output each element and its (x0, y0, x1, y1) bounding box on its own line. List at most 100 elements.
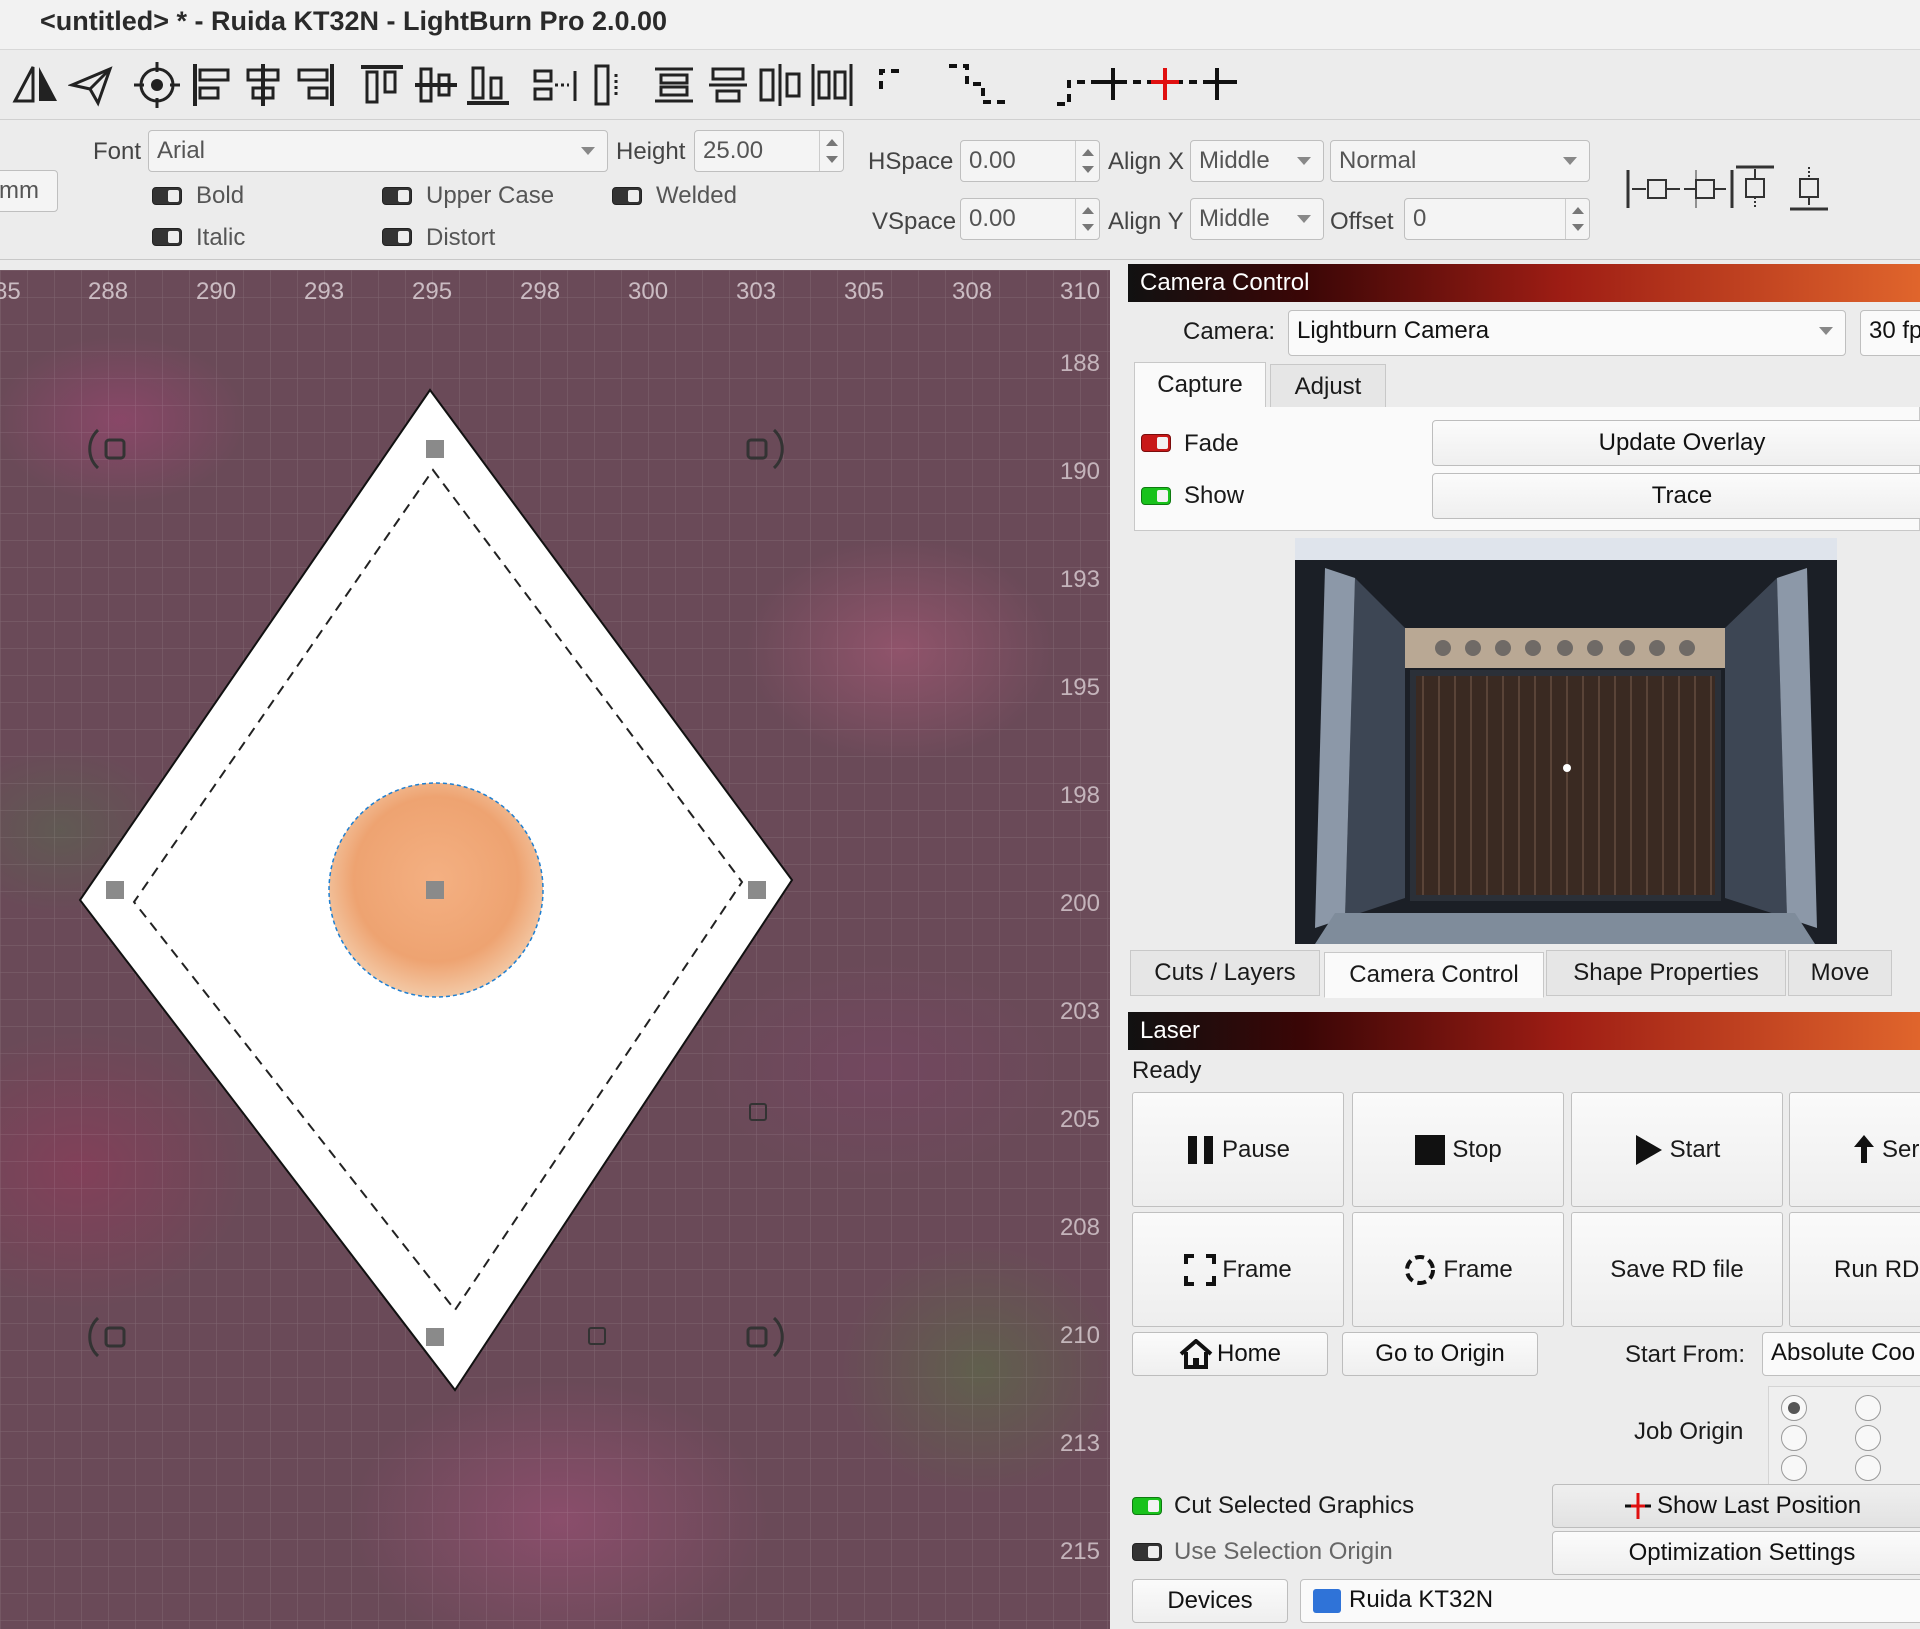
vspace-input[interactable]: 0.00 (960, 198, 1100, 240)
frame-circle-button[interactable]: Frame (1352, 1212, 1564, 1327)
space-h-icon[interactable] (756, 60, 804, 110)
run-rd-button[interactable]: Run RD (1789, 1212, 1920, 1327)
job-origin-bottom-center-radio[interactable] (1855, 1455, 1881, 1481)
align-bottom-icon[interactable] (464, 60, 512, 110)
italic-toggle[interactable] (152, 228, 182, 246)
text-options-bar: mm Font Arial Height 25.00 HSpace 0.00 V… (0, 120, 1920, 260)
crosshair-path-icon[interactable] (1052, 60, 1242, 110)
tab-shape-properties[interactable]: Shape Properties (1546, 950, 1786, 996)
italic-label: Italic (196, 224, 246, 251)
distort-toggle[interactable] (382, 228, 412, 246)
bold-toggle[interactable] (152, 187, 182, 205)
start-from-value: Absolute Coo (1771, 1339, 1916, 1366)
send-button[interactable]: Ser (1789, 1092, 1920, 1207)
unit-field[interactable]: mm (0, 170, 58, 212)
fps-select[interactable]: 30 fp (1860, 310, 1920, 356)
crosshair-red-icon (1624, 1493, 1651, 1519)
frame-square-icon (1184, 1253, 1217, 1286)
font-select[interactable]: Arial (148, 130, 608, 172)
start-label: Start (1669, 1135, 1721, 1163)
update-overlay-button[interactable]: Update Overlay (1432, 420, 1920, 466)
space-v-icon[interactable] (650, 60, 698, 110)
align-middle-v-icon[interactable] (412, 60, 460, 110)
show-toggle[interactable] (1141, 487, 1171, 505)
job-origin-middle-left-radio[interactable] (1781, 1425, 1807, 1451)
height-input[interactable]: 25.00 (694, 130, 844, 172)
devices-label: Devices (1167, 1587, 1253, 1614)
stop-label: Stop (1452, 1135, 1502, 1163)
align-top-icon[interactable] (358, 60, 406, 110)
align-to-bottom-icon[interactable] (1784, 164, 1834, 214)
space-v-even-icon[interactable] (704, 60, 752, 110)
align-to-top-icon[interactable] (1730, 164, 1780, 214)
use-selection-origin-toggle[interactable] (1132, 1543, 1162, 1561)
step-path-icon[interactable] (946, 60, 1012, 110)
tab-camera-control[interactable]: Camera Control (1324, 952, 1544, 998)
align-right-icon[interactable] (292, 60, 338, 110)
height-value: 25.00 (703, 137, 764, 164)
laser-title: Laser (1128, 1012, 1920, 1050)
aligny-select[interactable]: Middle (1190, 198, 1324, 240)
distribute-h-icon[interactable] (530, 60, 586, 110)
corner-top-left-icon[interactable] (874, 60, 910, 110)
hspace-value: 0.00 (969, 147, 1016, 174)
camera-select[interactable]: Lightburn Camera (1288, 310, 1846, 356)
hspace-input[interactable]: 0.00 (960, 140, 1100, 182)
job-origin-top-left-radio[interactable] (1781, 1395, 1807, 1421)
window-title: <untitled> * - Ruida KT32N - LightBurn P… (40, 6, 668, 36)
ruler-tick: 288 (88, 278, 129, 305)
align-left-icon[interactable] (188, 60, 236, 110)
optimization-settings-button[interactable]: Optimization Settings (1552, 1531, 1920, 1575)
pause-button[interactable]: Pause (1132, 1092, 1344, 1207)
design-canvas[interactable] (0, 270, 1110, 1629)
tab-capture[interactable]: Capture (1134, 362, 1266, 408)
tab-cuts-layers[interactable]: Cuts / Layers (1130, 950, 1320, 996)
alignx-select[interactable]: Middle (1190, 140, 1324, 182)
show-last-position-button[interactable]: Show Last Position (1552, 1484, 1920, 1528)
offset-input[interactable]: 0 (1404, 198, 1590, 240)
show-label: Show (1184, 482, 1245, 509)
tab-adjust[interactable]: Adjust (1270, 364, 1386, 410)
vspace-spinner-icon[interactable] (1075, 199, 1099, 239)
space-h-even-icon[interactable] (808, 60, 856, 110)
start-from-label: Start From: (1625, 1341, 1746, 1368)
go-to-origin-label: Go to Origin (1375, 1340, 1505, 1367)
center-target-icon[interactable] (132, 60, 182, 110)
start-button[interactable]: Start (1571, 1092, 1783, 1207)
devices-button[interactable]: Devices (1132, 1579, 1288, 1623)
ruler-side: 188 190 193 195 198 200 203 205 208 210 … (1040, 270, 1110, 1629)
save-rd-button[interactable]: Save RD file (1571, 1212, 1783, 1327)
device-select[interactable]: Ruida KT32N (1300, 1579, 1920, 1623)
fps-value: 30 fp (1869, 317, 1920, 344)
align-center-h-icon[interactable] (240, 60, 286, 110)
home-button[interactable]: Home (1132, 1332, 1328, 1376)
job-origin-center-radio[interactable] (1855, 1425, 1881, 1451)
height-spinner-icon[interactable] (819, 131, 843, 171)
run-rd-label: Run RD (1834, 1255, 1920, 1283)
distribute-space-icon[interactable] (590, 60, 630, 110)
trace-button[interactable]: Trace (1432, 473, 1920, 519)
fade-toggle[interactable] (1141, 434, 1171, 452)
upper-case-toggle[interactable] (382, 187, 412, 205)
go-to-origin-button[interactable]: Go to Origin (1342, 1332, 1538, 1376)
job-origin-top-center-radio[interactable] (1855, 1395, 1881, 1421)
font-label: Font (93, 138, 142, 165)
use-selection-origin-label: Use Selection Origin (1174, 1538, 1393, 1565)
camera-value: Lightburn Camera (1297, 317, 1490, 344)
mirror-horizontal-icon[interactable] (8, 60, 64, 110)
camera-preview (1295, 538, 1837, 944)
job-origin-bottom-left-radio[interactable] (1781, 1455, 1807, 1481)
welded-toggle[interactable] (612, 187, 642, 205)
start-from-select[interactable]: Absolute Coo (1762, 1332, 1920, 1376)
ruler-tick: 293 (304, 278, 345, 305)
offset-spinner-icon[interactable] (1565, 199, 1589, 239)
tab-move[interactable]: Move (1788, 950, 1892, 996)
ruler-tick: 193 (1059, 566, 1100, 593)
cut-selected-toggle[interactable] (1132, 1497, 1162, 1515)
ruler-tick: 300 (628, 278, 669, 305)
hspace-spinner-icon[interactable] (1075, 141, 1099, 181)
send-plane-icon[interactable] (66, 60, 116, 110)
text-mode-select[interactable]: Normal (1330, 140, 1590, 182)
frame-button[interactable]: Frame (1132, 1212, 1344, 1327)
stop-button[interactable]: Stop (1352, 1092, 1564, 1207)
